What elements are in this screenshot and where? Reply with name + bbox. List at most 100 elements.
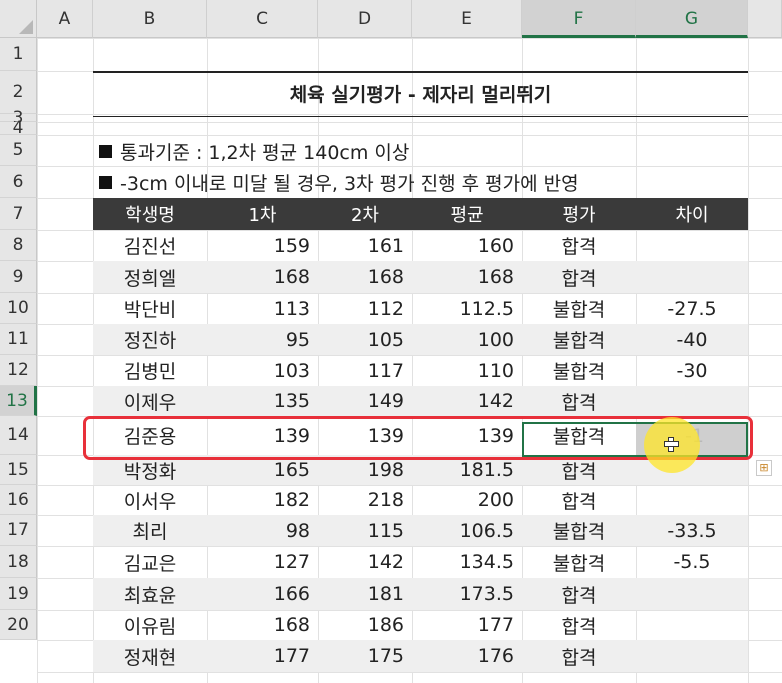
cell-trial-1[interactable]: 98 [207,515,318,546]
cell-trial-1[interactable]: 182 [207,485,318,515]
cell-student-name[interactable]: 정재현 [93,640,207,672]
cell-evaluation[interactable]: 합격 [522,230,636,261]
cell-difference[interactable] [636,230,748,261]
cell-difference[interactable]: -30 [636,355,748,386]
cell-evaluation[interactable]: 합격 [522,578,636,610]
cell-student-name[interactable]: 김교은 [93,546,207,578]
select-all-corner[interactable] [0,0,37,38]
cell-trial-2[interactable]: 117 [318,355,412,386]
row-header-5[interactable]: 5 [0,135,37,166]
cell-student-name[interactable]: 이유림 [93,610,207,640]
cell-trial-2[interactable]: 168 [318,261,412,293]
cell-trial-1[interactable]: 166 [207,578,318,610]
row-header-17[interactable]: 17 [0,515,37,546]
table-header-avg[interactable]: 평균 [412,198,522,230]
cell-difference[interactable] [636,386,748,416]
cell-trial-1[interactable]: 135 [207,386,318,416]
cell-average[interactable]: 134.5 [412,546,522,578]
cell-evaluation[interactable]: 불합격 [522,324,636,355]
cell-trial-2[interactable]: 175 [318,640,412,672]
row-header-9[interactable]: 9 [0,261,37,293]
cell-trial-2[interactable]: 112 [318,293,412,324]
cell-average[interactable]: 160 [412,230,522,261]
cell-difference[interactable]: -40 [636,324,748,355]
cell-average[interactable]: 177 [412,610,522,640]
row-header-18[interactable]: 18 [0,546,37,578]
cell-difference[interactable] [636,578,748,610]
cell-evaluation[interactable]: 합격 [522,640,636,672]
table-header-eval[interactable]: 평가 [522,198,636,230]
table-header-t1[interactable]: 1차 [207,198,318,230]
cell-average[interactable]: 112.5 [412,293,522,324]
cell-difference[interactable]: -27.5 [636,293,748,324]
cell-difference[interactable] [636,261,748,293]
cell-student-name[interactable]: 최효윤 [93,578,207,610]
quick-analysis-icon[interactable]: ⊞ [756,460,772,476]
table-header-name[interactable]: 학생명 [93,198,207,230]
cell-trial-1[interactable]: 103 [207,355,318,386]
cell-trial-1[interactable]: 168 [207,261,318,293]
cell-trial-2[interactable]: 186 [318,610,412,640]
cell-trial-2[interactable]: 181 [318,578,412,610]
cell-trial-2[interactable]: 218 [318,485,412,515]
cell-trial-2[interactable]: 142 [318,546,412,578]
column-header-B[interactable]: B [93,0,207,38]
cell-average[interactable]: 176 [412,640,522,672]
cell-difference[interactable] [636,640,748,672]
cell-average[interactable]: 142 [412,386,522,416]
row-header-1[interactable]: 1 [0,38,37,71]
cell-trial-2[interactable]: 115 [318,515,412,546]
row-header-13[interactable]: 13 [0,386,37,416]
cell-trial-1[interactable]: 113 [207,293,318,324]
row-header-14[interactable]: 14 [0,416,37,455]
sheet-title[interactable]: 체육 실기평가 - 제자리 멀리뛰기 [93,73,748,114]
column-header-E[interactable]: E [412,0,522,38]
cell-student-name[interactable]: 이서우 [93,485,207,515]
cell-evaluation[interactable]: 불합격 [522,546,636,578]
cell-student-name[interactable]: 김병민 [93,355,207,386]
row-header-4[interactable]: 4 [0,118,37,138]
retest-note[interactable]: -3cm 이내로 미달 될 경우, 3차 평가 진행 후 평가에 반영 [93,167,748,197]
row-header-10[interactable]: 10 [0,293,37,324]
cell-average[interactable]: 173.5 [412,578,522,610]
column-header-A[interactable]: A [37,0,93,38]
cell-student-name[interactable]: 정희엘 [93,261,207,293]
column-header-D[interactable]: D [318,0,412,38]
row-header-16[interactable]: 16 [0,485,37,515]
cell-difference[interactable] [636,485,748,515]
cell-student-name[interactable]: 이제우 [93,386,207,416]
cell-student-name[interactable]: 정진하 [93,324,207,355]
cell-student-name[interactable]: 최리 [93,515,207,546]
cell-difference[interactable] [636,610,748,640]
cell-difference[interactable]: -5.5 [636,546,748,578]
row-header-8[interactable]: 8 [0,230,37,261]
criteria-note[interactable]: 통과기준 : 1,2차 평균 140cm 이상 [93,136,748,166]
row-header-12[interactable]: 12 [0,355,37,386]
cell-trial-1[interactable]: 159 [207,230,318,261]
row-header-19[interactable]: 19 [0,578,37,610]
cell-trial-2[interactable]: 105 [318,324,412,355]
cell-difference[interactable]: -33.5 [636,515,748,546]
cell-trial-1[interactable]: 168 [207,610,318,640]
cell-student-name[interactable]: 김진선 [93,230,207,261]
cell-evaluation[interactable]: 합격 [522,485,636,515]
cell-trial-1[interactable]: 95 [207,324,318,355]
cell-average[interactable]: 100 [412,324,522,355]
cell-evaluation[interactable]: 불합격 [522,355,636,386]
table-header-diff[interactable]: 차이 [636,198,748,230]
cell-evaluation[interactable]: 합격 [522,261,636,293]
table-header-t2[interactable]: 2차 [318,198,412,230]
cell-evaluation[interactable]: 불합격 [522,293,636,324]
cell-average[interactable]: 168 [412,261,522,293]
cell-average[interactable]: 200 [412,485,522,515]
cell-evaluation[interactable]: 합격 [522,610,636,640]
cell-trial-1[interactable]: 127 [207,546,318,578]
row-header-11[interactable]: 11 [0,324,37,355]
cell-average[interactable]: 106.5 [412,515,522,546]
row-header-6[interactable]: 6 [0,166,37,198]
row-header-15[interactable]: 15 [0,455,37,485]
cell-student-name[interactable]: 박단비 [93,293,207,324]
cell-average[interactable]: 110 [412,355,522,386]
column-header-F[interactable]: F [522,0,636,38]
row-header-7[interactable]: 7 [0,198,37,230]
